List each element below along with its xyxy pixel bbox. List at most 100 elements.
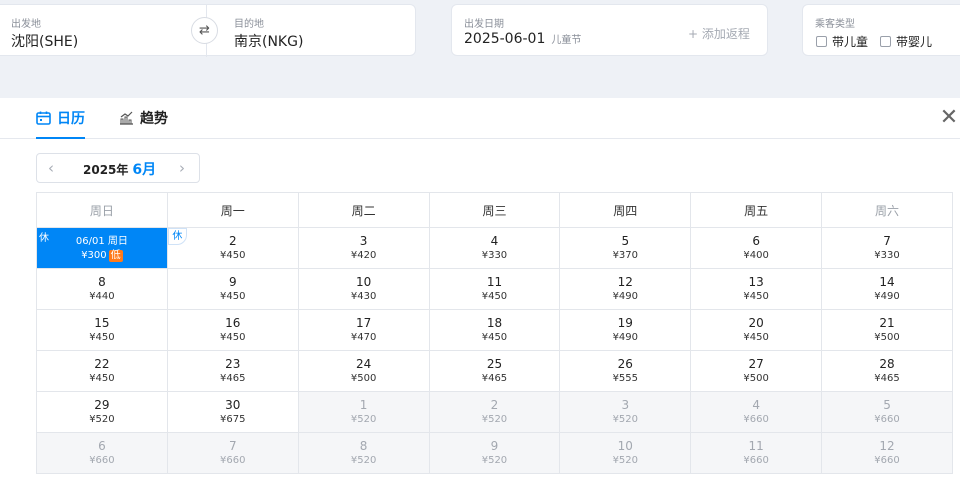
- calendar-day[interactable]: 18 ¥450: [428, 309, 561, 351]
- calendar-day-price: ¥300: [81, 250, 107, 261]
- calendar-day[interactable]: 23 ¥465: [166, 350, 299, 392]
- calendar-day-price: ¥440: [89, 291, 115, 302]
- calendar-day[interactable]: 19 ¥490: [559, 309, 692, 351]
- calendar-day-other-month[interactable]: 1 ¥520: [297, 391, 430, 433]
- calendar-day[interactable]: 6 ¥400: [690, 227, 823, 269]
- calendar-day[interactable]: 11 ¥450: [428, 268, 561, 310]
- calendar-day[interactable]: 24 ¥500: [297, 350, 430, 392]
- date-value: 2025-06-01: [464, 31, 546, 47]
- calendar-day-number: 26: [617, 357, 633, 371]
- calendar-day-selected[interactable]: 休 06/01 周日 ¥300 低: [36, 227, 168, 269]
- calendar-day[interactable]: 15 ¥450: [36, 309, 168, 351]
- calendar-day-price: ¥660: [743, 414, 769, 425]
- calendar-day[interactable]: 10 ¥430: [297, 268, 430, 310]
- calendar-day[interactable]: 3 ¥420: [297, 227, 430, 269]
- calendar-week-row: 15 ¥450 16 ¥450 17 ¥470 18 ¥450 19 ¥490 20 ¥450 21 ¥5…: [36, 309, 953, 351]
- calendar-grid: 周日 周一 周二 周三 周四 周五 周六 休 06/01 周日 ¥300 低休 2 ¥45…: [36, 192, 953, 474]
- calendar-day-other-month[interactable]: 4 ¥660: [690, 391, 823, 433]
- calendar-day[interactable]: 4 ¥330: [428, 227, 561, 269]
- calendar-day-number: 8: [98, 275, 106, 289]
- calendar-day[interactable]: 9 ¥450: [166, 268, 299, 310]
- calendar-day-other-month[interactable]: 6 ¥660: [36, 432, 168, 474]
- calendar-day-number: 9: [228, 275, 237, 289]
- calendar-day[interactable]: 28 ¥465: [821, 350, 953, 392]
- calendar-day-price: ¥465: [481, 373, 508, 384]
- calendar-day[interactable]: 休 2 ¥450: [166, 227, 299, 269]
- calendar-day-number: 22: [94, 357, 110, 371]
- swap-icon: ⇄: [199, 23, 210, 38]
- calendar-day-number: 9: [490, 439, 499, 453]
- calendar-day[interactable]: 12 ¥490: [559, 268, 692, 310]
- calendar-day-number: 3: [621, 398, 630, 412]
- weekday-header: 周一: [166, 192, 299, 228]
- calendar-day-number: 10: [617, 439, 633, 453]
- calendar-day-other-month[interactable]: 7 ¥660: [166, 432, 299, 474]
- calendar-day-price: ¥660: [743, 455, 769, 466]
- calendar-day-price: ¥520: [612, 414, 639, 425]
- calendar-day-price: ¥465: [874, 373, 900, 384]
- calendar-day-number: 1: [359, 398, 368, 412]
- calendar-day-price: ¥660: [89, 455, 115, 466]
- calendar-day-number: 24: [355, 357, 372, 371]
- calendar-day[interactable]: 22 ¥450: [36, 350, 168, 392]
- calendar-day-price: ¥465: [220, 373, 246, 384]
- calendar-day-other-month[interactable]: 2 ¥520: [428, 391, 561, 433]
- calendar-day-number: 06/01 周日: [75, 236, 128, 247]
- calendar-day-other-month[interactable]: 3 ¥520: [559, 391, 692, 433]
- calendar-day-price: ¥660: [874, 455, 900, 466]
- calendar-week-row: 22 ¥450 23 ¥465 24 ¥500 25 ¥465 26 ¥555 27 ¥500 28 ¥4…: [36, 350, 953, 392]
- calendar-day-price: ¥430: [350, 291, 377, 302]
- calendar-day[interactable]: 16 ¥450: [166, 309, 299, 351]
- date-field[interactable]: 2025-06-01 儿童节: [464, 31, 581, 47]
- calendar-day[interactable]: 5 ¥370: [559, 227, 692, 269]
- calendar-day-number: 14: [879, 275, 895, 289]
- calendar-day-price: ¥450: [89, 373, 115, 384]
- calendar-day-other-month[interactable]: 5 ¥660: [821, 391, 953, 433]
- next-month-button[interactable]: ›: [179, 159, 185, 177]
- with-infant-checkbox[interactable]: 带婴儿: [880, 33, 932, 50]
- calendar-day[interactable]: 20 ¥450: [690, 309, 823, 351]
- calendar-day-number: 28: [879, 357, 895, 371]
- checkbox-box: [880, 36, 891, 47]
- calendar-day[interactable]: 26 ¥555: [559, 350, 692, 392]
- add-return-button[interactable]: + 添加返程: [688, 25, 750, 42]
- calendar-day[interactable]: 17 ¥470: [297, 309, 430, 351]
- tab-trend[interactable]: 趋势: [119, 108, 168, 139]
- calendar-week-row: 休 06/01 周日 ¥300 低休 2 ¥450 3 ¥420 4 ¥330 5 ¥370 6 ¥400…: [36, 227, 953, 269]
- calendar-day-number: 7: [883, 234, 891, 248]
- calendar-day-number: 16: [225, 316, 241, 330]
- calendar-day[interactable]: 29 ¥520: [36, 391, 168, 433]
- calendar-day-other-month[interactable]: 8 ¥520: [297, 432, 430, 474]
- calendar-day-other-month[interactable]: 11 ¥660: [690, 432, 823, 474]
- with-child-checkbox[interactable]: 带儿童: [816, 33, 868, 50]
- destination-field[interactable]: 南京(NKG): [234, 31, 303, 51]
- calendar-day-price: ¥500: [874, 332, 900, 343]
- origin-field[interactable]: 沈阳(SHE): [11, 31, 78, 51]
- calendar-day-number: 19: [617, 316, 633, 330]
- calendar-day-price: ¥660: [220, 455, 246, 466]
- calendar-day[interactable]: 7 ¥330: [821, 227, 953, 269]
- calendar-day-number: 12: [617, 275, 633, 289]
- calendar-day[interactable]: 8 ¥440: [36, 268, 168, 310]
- calendar-day-price: ¥450: [743, 291, 769, 302]
- calendar-week-row: 6 ¥660 7 ¥660 8 ¥520 9 ¥520 10 ¥520 11 ¥660 12 ¥660: [36, 432, 953, 474]
- calendar-day[interactable]: 27 ¥500: [690, 350, 823, 392]
- date-card[interactable]: 出发日期 2025-06-01 儿童节 + 添加返程: [451, 4, 768, 56]
- calendar-day[interactable]: 13 ¥450: [690, 268, 823, 310]
- close-icon[interactable]: ✕: [938, 107, 960, 130]
- calendar-day-number: 6: [98, 439, 106, 453]
- calendar-day[interactable]: 21 ¥500: [821, 309, 953, 351]
- checkbox-box: [816, 36, 827, 47]
- calendar-day[interactable]: 14 ¥490: [821, 268, 953, 310]
- calendar-day[interactable]: 25 ¥465: [428, 350, 561, 392]
- with-infant-label: 带婴儿: [896, 35, 933, 49]
- calendar-day-other-month[interactable]: 9 ¥520: [428, 432, 561, 474]
- trend-chart-icon: [120, 111, 133, 125]
- prev-month-button[interactable]: ‹: [48, 159, 54, 177]
- tab-calendar[interactable]: 日历: [36, 108, 85, 139]
- calendar-day-other-month[interactable]: 12 ¥660: [821, 432, 953, 474]
- calendar-day[interactable]: 30 ¥675: [166, 391, 299, 433]
- swap-route-button[interactable]: ⇄: [191, 17, 218, 44]
- calendar-day-other-month[interactable]: 10 ¥520: [559, 432, 692, 474]
- calendar-day-price: ¥330: [874, 250, 900, 261]
